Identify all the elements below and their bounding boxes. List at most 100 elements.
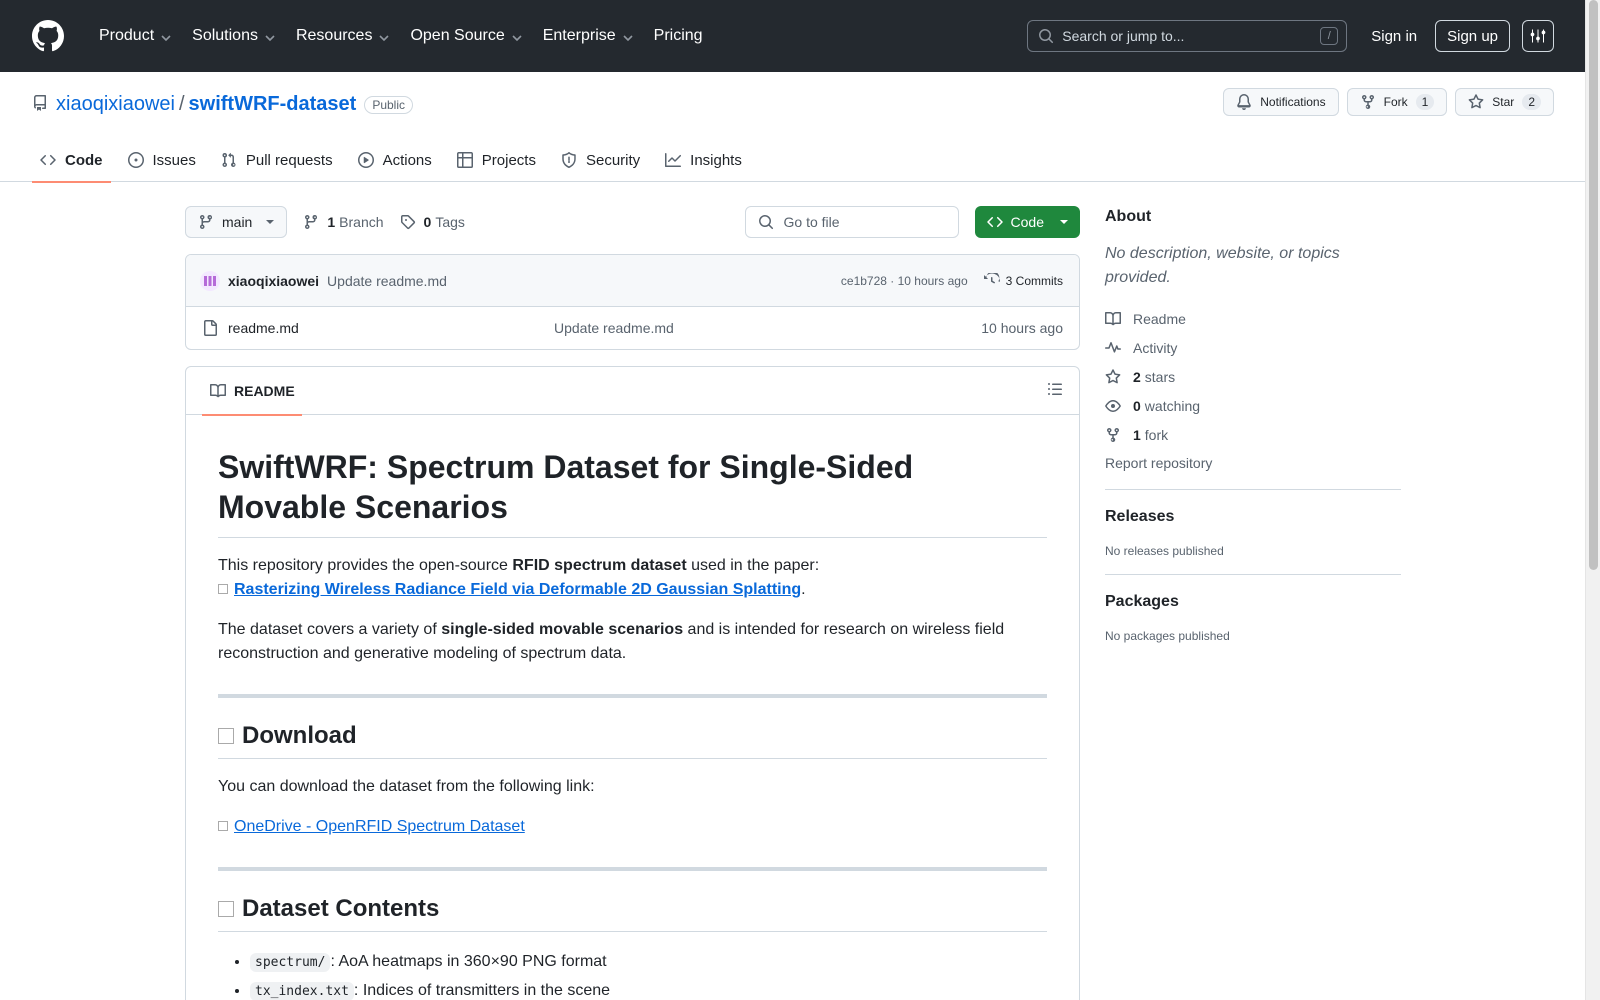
tab-insights[interactable]: Insights (657, 142, 750, 178)
table-icon (456, 152, 473, 168)
link-label: fork (1144, 426, 1169, 443)
tab-issues[interactable]: Issues (120, 142, 204, 178)
file-name-link[interactable]: readme.md (228, 320, 554, 336)
repo-separator: / (178, 93, 185, 115)
github-logo-icon[interactable] (32, 20, 64, 52)
tags-link[interactable]: 0 Tags (400, 214, 465, 230)
scrollbar-thumb[interactable] (1589, 0, 1598, 570)
tag-label: Tags (435, 214, 465, 230)
star-icon (1105, 368, 1121, 383)
text: This repository provides the open-source (218, 557, 513, 574)
tab-code[interactable]: Code (32, 142, 111, 183)
stars-link[interactable]: 2 stars (1105, 362, 1401, 391)
fork-count: 1 (1415, 94, 1435, 110)
branches-link[interactable]: 1 Branch (303, 214, 384, 230)
file-commit-message[interactable]: Update readme.md (554, 320, 674, 336)
divider (218, 694, 1047, 698)
readme-content: SwiftWRF: Spectrum Dataset for Single-Si… (186, 415, 1079, 1000)
commits-link[interactable]: 3 Commits (983, 272, 1063, 289)
commit-author-link[interactable]: xiaoqixiaowei (228, 273, 319, 289)
repo-title: xiaoqixiaowei / swiftWRF-dataset Public (32, 92, 414, 117)
repo-owner-link[interactable]: xiaoqixiaowei (56, 93, 175, 116)
text: used in the paper: (686, 557, 820, 574)
tab-label: Code (65, 151, 103, 169)
notifications-button[interactable]: Notifications (1223, 88, 1339, 116)
branch-count: 1 (327, 214, 336, 230)
packages-heading[interactable]: Packages (1105, 593, 1401, 611)
page-scrollbar[interactable] (1585, 0, 1600, 1000)
book-icon (210, 383, 226, 397)
nav-open-source[interactable]: Open Source (399, 20, 531, 52)
settings-menu-button[interactable] (1522, 20, 1554, 52)
report-repository-link[interactable]: Report repository (1105, 455, 1401, 490)
readme-paragraph: The dataset covers a variety of single-s… (218, 618, 1047, 666)
branch-icon (200, 214, 212, 230)
search-placeholder: Search or jump to... (1062, 28, 1185, 44)
about-heading: About (1105, 208, 1152, 225)
link-label: watching (1144, 397, 1201, 414)
link-label: stars (1144, 368, 1176, 385)
chevron-down-icon (160, 31, 171, 42)
forks-link[interactable]: 1 fork (1105, 420, 1401, 449)
code-dropdown-button[interactable]: Code (974, 206, 1080, 238)
nav-pricing[interactable]: Pricing (643, 20, 714, 52)
graph-icon (665, 153, 682, 167)
readme-tab-label: README (234, 382, 295, 399)
tab-security[interactable]: Security (553, 142, 648, 178)
repo-icon (32, 92, 56, 117)
file-list: xiaoqixiaowei Update readme.md ce1b728 ·… (185, 254, 1080, 350)
go-to-file-placeholder: Go to file (783, 214, 840, 230)
divider (218, 867, 1047, 871)
star-button[interactable]: Star 2 (1455, 88, 1554, 116)
search-shortcut: / (1320, 27, 1339, 45)
nav-label: Solutions (192, 27, 258, 44)
heading-download: Download (218, 722, 1047, 759)
chevron-down-icon (378, 31, 390, 42)
eye-icon (1105, 399, 1121, 412)
nav-solutions[interactable]: Solutions (181, 20, 285, 52)
tab-actions[interactable]: Actions (350, 142, 440, 178)
readme-tab[interactable]: README (202, 367, 303, 416)
branch-name: main (222, 214, 253, 230)
fork-button[interactable]: Fork 1 (1346, 88, 1448, 116)
notifications-label: Notifications (1260, 95, 1326, 109)
nav-enterprise[interactable]: Enterprise (532, 20, 643, 52)
sign-up-button[interactable]: Sign up (1435, 20, 1510, 52)
star-count: 2 (1522, 94, 1541, 110)
list-icon[interactable] (1047, 381, 1063, 400)
sign-in-link[interactable]: Sign in (1371, 28, 1417, 45)
repo-name-link[interactable]: swiftWRF-dataset (189, 93, 357, 116)
activity-link[interactable]: Activity (1105, 333, 1401, 362)
watching-count: 0 (1133, 397, 1141, 414)
tab-projects[interactable]: Projects (449, 142, 544, 178)
go-to-file-input[interactable]: Go to file (744, 206, 959, 238)
folder-emoji-icon (218, 901, 234, 917)
nav-label: Pricing (653, 27, 703, 44)
avatar[interactable] (200, 270, 220, 291)
commit-message-link[interactable]: Update readme.md (327, 273, 447, 289)
commit-hash-time[interactable]: ce1b728 · 10 hours ago (841, 274, 968, 288)
releases-heading[interactable]: Releases (1105, 508, 1401, 526)
contents-list: spectrum/: AoA heatmaps in 360×90 PNG fo… (218, 948, 1047, 1000)
nav-resources[interactable]: Resources (285, 20, 399, 52)
inline-code: spectrum/ (250, 953, 331, 972)
global-search-input[interactable]: Search or jump to... / (1027, 20, 1348, 52)
nav-product[interactable]: Product (88, 20, 181, 52)
file-time: 10 hours ago (981, 320, 1063, 336)
text: . (801, 581, 806, 598)
download-link[interactable]: OneDrive - OpenRFID Spectrum Dataset (234, 818, 525, 835)
nav-label: Open Source (410, 27, 505, 44)
watching-link[interactable]: 0 watching (1105, 391, 1401, 420)
chevron-down-icon (511, 31, 522, 42)
stars-count: 2 (1133, 368, 1141, 385)
visibility-badge: Public (364, 95, 414, 114)
code-button-label: Code (1010, 214, 1044, 230)
caret-down-icon (1060, 220, 1068, 224)
tab-pull-requests[interactable]: Pull requests (213, 142, 341, 178)
global-nav: Product Solutions Resources Open Source … (88, 20, 714, 52)
paper-link[interactable]: Rasterizing Wireless Radiance Field via … (234, 581, 801, 598)
tab-label: Actions (382, 151, 432, 169)
branch-select-button[interactable]: main (185, 206, 288, 238)
file-toolbar: main 1 Branch 0 Tags Go to file Code (185, 206, 1080, 238)
readme-link[interactable]: Readme (1105, 304, 1401, 333)
